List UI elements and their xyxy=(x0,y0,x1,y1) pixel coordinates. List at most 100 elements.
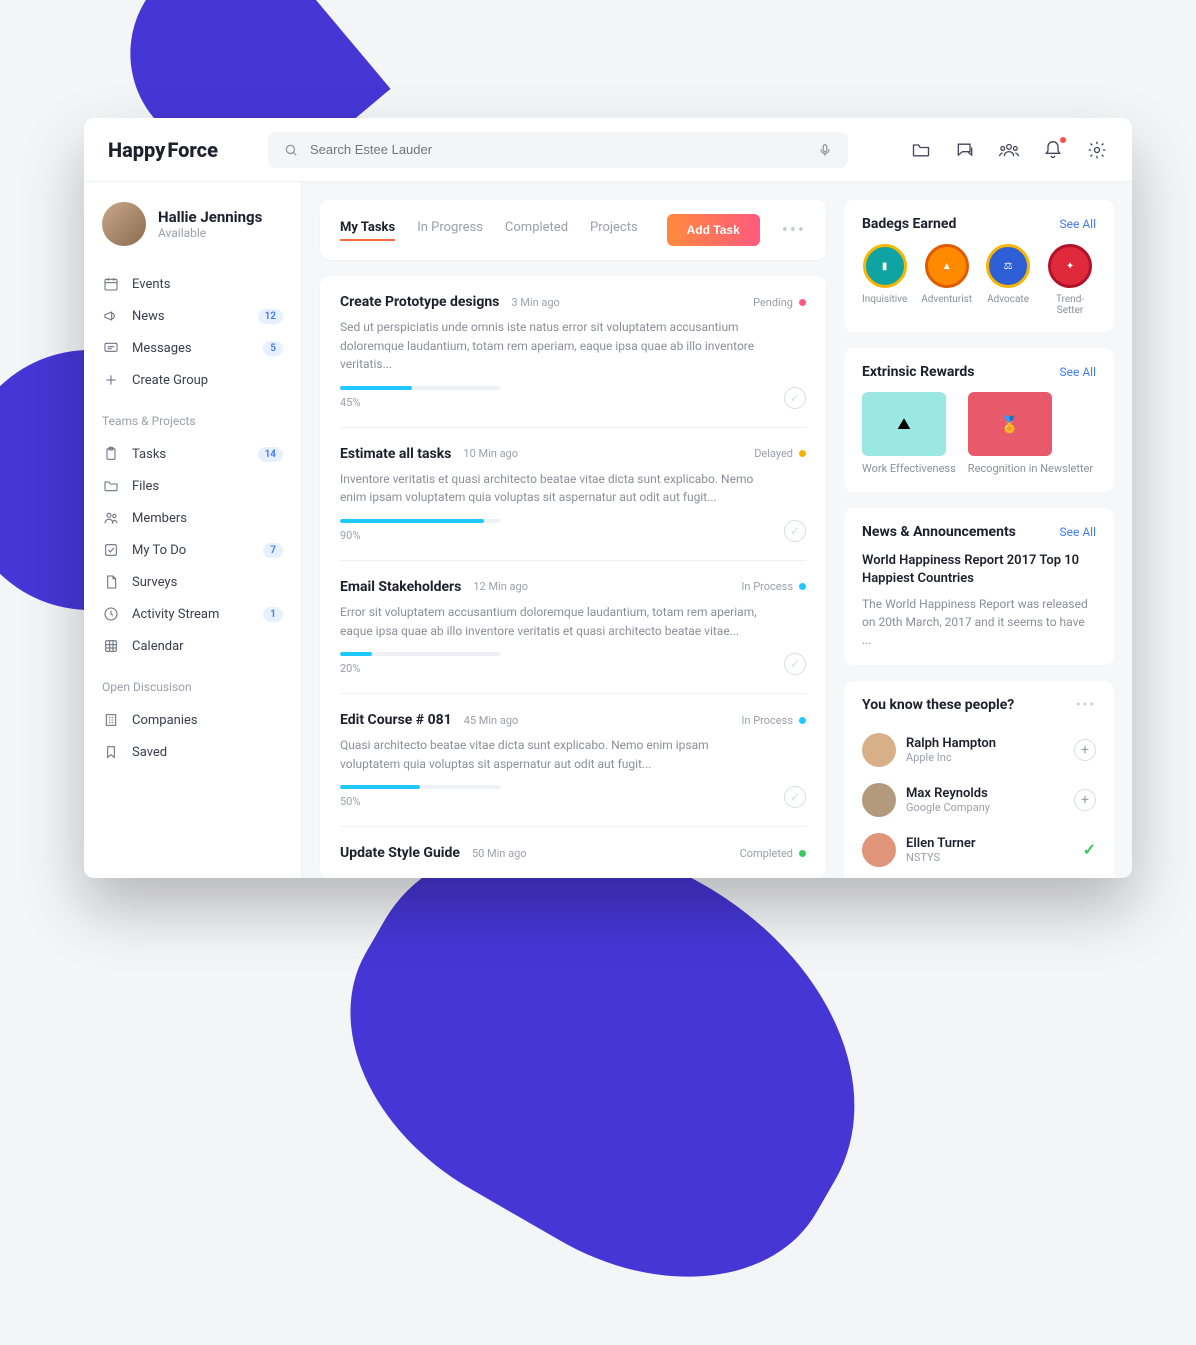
task-time: 3 Min ago xyxy=(511,296,559,309)
task-desc: Inventore veritatis et quasi architecto … xyxy=(340,470,769,507)
add-person-icon[interactable]: + xyxy=(1074,739,1096,761)
gear-icon[interactable] xyxy=(1086,139,1108,161)
nav-surveys[interactable]: Surveys xyxy=(102,566,283,598)
sidebar: Hallie Jennings Available Events News 12… xyxy=(84,182,302,878)
grid-icon xyxy=(102,638,120,654)
person-item[interactable]: Ralph Hampton Apple Inc+ xyxy=(862,725,1096,775)
add-task-button[interactable]: Add Task xyxy=(667,214,760,246)
nav-label: Activity Stream xyxy=(132,607,219,622)
people-icon[interactable] xyxy=(998,139,1020,161)
reward-work-effectiveness[interactable]: ⛰Work Effectiveness xyxy=(862,392,956,476)
task-check-icon[interactable]: ✓ xyxy=(784,520,806,542)
badge-label: Inquisitive xyxy=(862,294,907,305)
plus-icon xyxy=(102,372,120,388)
task-time: 45 Min ago xyxy=(464,714,519,727)
task-check-icon[interactable]: ✓ xyxy=(784,387,806,409)
status-dot-icon xyxy=(799,583,806,590)
person-item[interactable]: Max Reynolds Google Company+ xyxy=(862,775,1096,825)
profile-block[interactable]: Hallie Jennings Available xyxy=(102,202,283,246)
users-icon xyxy=(102,510,120,526)
badge-icon: ▲ xyxy=(925,244,969,288)
badge-label: Advocate xyxy=(986,294,1030,305)
person-sub: NSTYS xyxy=(906,851,976,864)
folder-icon xyxy=(102,478,120,494)
bell-icon[interactable] xyxy=(1042,139,1064,161)
avatar xyxy=(862,733,896,767)
folder-icon[interactable] xyxy=(910,139,932,161)
nav-label: Calendar xyxy=(132,639,184,654)
clock-icon xyxy=(102,606,120,622)
nav-label: Tasks xyxy=(132,447,166,462)
section-teams: Teams & Projects xyxy=(102,414,283,428)
badge-trend-setter[interactable]: ✦Trend-Setter xyxy=(1044,244,1096,316)
nav-label: Messages xyxy=(132,341,192,356)
nav-label: Saved xyxy=(132,745,167,760)
task-item[interactable]: Estimate all tasks 10 Min ago Delayed In… xyxy=(340,428,806,561)
nav-saved[interactable]: Saved xyxy=(102,736,283,768)
badges-title: Badegs Earned xyxy=(862,216,956,232)
nav-label: Files xyxy=(132,479,159,494)
add-person-icon[interactable]: + xyxy=(1074,789,1096,811)
task-pct: 45% xyxy=(340,396,806,409)
person-item[interactable]: Ellen Turner NSTYS✓ xyxy=(862,825,1096,875)
tab-in-progress[interactable]: In Progress xyxy=(417,220,483,241)
task-status: Delayed xyxy=(754,447,806,460)
badge-inquisitive[interactable]: ▮Inquisitive xyxy=(862,244,907,316)
nav-tasks[interactable]: Tasks 14 xyxy=(102,438,283,470)
task-item[interactable]: Edit Course # 081 45 Min ago In Process … xyxy=(340,694,806,827)
nav-create-group[interactable]: Create Group xyxy=(102,364,283,396)
logo: HappyForce xyxy=(108,138,218,162)
badge-advocate[interactable]: ⚖Advocate xyxy=(986,244,1030,316)
top-icons xyxy=(910,139,1108,161)
status-dot-icon xyxy=(799,450,806,457)
search-bar[interactable] xyxy=(268,132,848,168)
task-item[interactable]: Email Stakeholders 12 Min ago In Process… xyxy=(340,561,806,694)
rewards-see-all[interactable]: See All xyxy=(1060,365,1097,379)
badges-see-all[interactable]: See All xyxy=(1060,217,1097,231)
bookmark-icon xyxy=(102,744,120,760)
avatar xyxy=(102,202,146,246)
nav-members[interactable]: Members xyxy=(102,502,283,534)
task-item[interactable]: Update Style Guide 50 Min ago Completed xyxy=(340,827,806,878)
nav-my-to-do[interactable]: My To Do 7 xyxy=(102,534,283,566)
nav-label: Members xyxy=(132,511,187,526)
badge-adventurist[interactable]: ▲Adventurist xyxy=(921,244,972,316)
nav-messages[interactable]: Messages 5 xyxy=(102,332,283,364)
news-headline[interactable]: World Happiness Report 2017 Top 10 Happi… xyxy=(862,552,1096,588)
badges-card: Badegs Earned See All ▮Inquisitive ▲Adven… xyxy=(844,200,1114,332)
check-square-icon xyxy=(102,542,120,558)
task-pct: 50% xyxy=(340,795,806,808)
people-more-icon[interactable]: ••• xyxy=(1076,697,1096,713)
nav-news[interactable]: News 12 xyxy=(102,300,283,332)
nav-calendar[interactable]: Calendar xyxy=(102,630,283,662)
nav-label: Create Group xyxy=(132,373,208,388)
task-item[interactable]: Create Prototype designs 3 Min ago Pendi… xyxy=(340,276,806,428)
news-see-all[interactable]: See All xyxy=(1060,525,1097,539)
task-check-icon[interactable]: ✓ xyxy=(784,653,806,675)
task-title: Edit Course # 081 xyxy=(340,712,452,728)
task-status: In Process xyxy=(741,714,806,727)
logo-text-b: Force xyxy=(167,138,218,162)
reward-label: Recognition in Newsletter xyxy=(968,462,1093,476)
search-input[interactable] xyxy=(310,142,806,157)
tab-my-tasks[interactable]: My Tasks xyxy=(340,220,395,241)
reward-recognition-in-newsletter[interactable]: 🏅Recognition in Newsletter xyxy=(968,392,1093,476)
badge-label: Trend-Setter xyxy=(1044,294,1096,316)
profile-name: Hallie Jennings xyxy=(158,208,262,226)
tab-completed[interactable]: Completed xyxy=(505,220,568,241)
person-item[interactable]: Agnes Fuller ✓ xyxy=(862,875,1096,878)
chat-icon[interactable] xyxy=(954,139,976,161)
nav-companies[interactable]: Companies xyxy=(102,704,283,736)
nav-label: My To Do xyxy=(132,543,186,558)
nav-activity-stream[interactable]: Activity Stream 1 xyxy=(102,598,283,630)
tab-projects[interactable]: Projects xyxy=(590,220,638,241)
nav-events[interactable]: Events xyxy=(102,268,283,300)
mic-icon[interactable] xyxy=(814,139,836,161)
task-pct: 20% xyxy=(340,662,806,675)
task-pct: 90% xyxy=(340,529,806,542)
nav-files[interactable]: Files xyxy=(102,470,283,502)
nav-label: News xyxy=(132,309,165,324)
file-icon xyxy=(102,574,120,590)
person-sub: Google Company xyxy=(906,801,990,814)
more-icon[interactable]: ••• xyxy=(782,220,806,241)
